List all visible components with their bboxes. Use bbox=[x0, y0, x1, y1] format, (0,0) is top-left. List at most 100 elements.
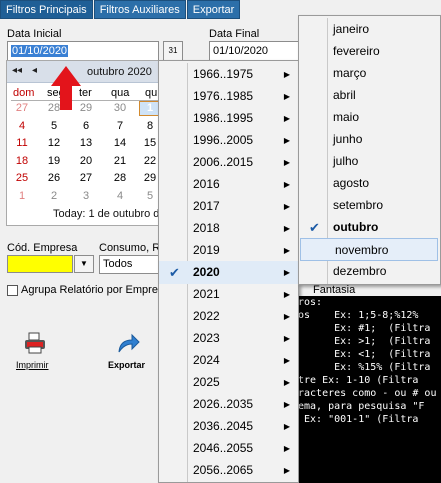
calendar-day[interactable]: 28 bbox=[109, 172, 131, 184]
year-menu-item[interactable]: 2006..2015 ▶ bbox=[159, 151, 298, 174]
submenu-arrow-icon: ▶ bbox=[283, 246, 290, 255]
highlight-arrow-icon bbox=[51, 66, 81, 110]
year-menu-item-label: 2018 bbox=[193, 221, 220, 235]
year-menu-item[interactable]: 1966..1975 ▶ bbox=[159, 63, 298, 86]
year-menu-item[interactable]: 2016 ▶ bbox=[159, 173, 298, 196]
month-menu-item[interactable]: ✔ outubro bbox=[299, 216, 440, 239]
month-menu-item[interactable]: abril bbox=[299, 84, 440, 107]
calendar-day[interactable]: 20 bbox=[75, 155, 97, 167]
calendar-day[interactable]: 18 bbox=[11, 155, 33, 167]
calendar-day[interactable]: 1 bbox=[11, 190, 33, 202]
calendar-day[interactable]: 6 bbox=[75, 120, 97, 132]
month-menu-item-label: março bbox=[333, 66, 367, 80]
calendar-day[interactable]: 2 bbox=[43, 190, 65, 202]
year-menu-item-label: 2021 bbox=[193, 287, 220, 301]
calendar-day[interactable]: 4 bbox=[109, 190, 131, 202]
submenu-arrow-icon: ▶ bbox=[283, 136, 290, 145]
calendar-day[interactable]: 7 bbox=[109, 120, 131, 132]
console-line: ema, para pesquisa "F bbox=[298, 401, 425, 412]
month-menu-item[interactable]: maio bbox=[299, 106, 440, 129]
year-menu-item[interactable]: 1986..1995 ▶ bbox=[159, 107, 298, 130]
month-menu-item[interactable]: julho bbox=[299, 150, 440, 173]
month-menu: janeiro fevereiro março abril maio junho julho… bbox=[298, 15, 441, 285]
cod-empresa-field[interactable] bbox=[7, 255, 73, 273]
consumo-select[interactable]: Todos bbox=[99, 255, 161, 274]
calendar-day[interactable]: 30 bbox=[109, 102, 131, 114]
month-menu-item[interactable]: dezembro bbox=[299, 260, 440, 283]
calendar-day[interactable]: 26 bbox=[43, 172, 65, 184]
month-menu-item[interactable]: novembro bbox=[300, 238, 438, 261]
submenu-arrow-icon: ▶ bbox=[283, 378, 290, 387]
calendar-day[interactable]: 27 bbox=[75, 172, 97, 184]
month-menu-item[interactable]: junho bbox=[299, 128, 440, 151]
tab-exportar[interactable]: Exportar bbox=[186, 0, 241, 19]
submenu-arrow-icon: ▶ bbox=[283, 268, 290, 277]
tab-filtros-principais[interactable]: Filtros Principais bbox=[0, 0, 93, 19]
year-menu-item[interactable]: 2017 ▶ bbox=[159, 195, 298, 218]
calendar-day[interactable]: 27 bbox=[11, 102, 33, 114]
calendar-day[interactable]: 21 bbox=[109, 155, 131, 167]
year-menu-item[interactable]: 2021 ▶ bbox=[159, 283, 298, 306]
tab-strip: Filtros Principais Filtros Auxiliares Ex… bbox=[0, 0, 241, 20]
year-menu-item-label: 2022 bbox=[193, 309, 220, 323]
exportar-button[interactable]: Exportar bbox=[102, 328, 154, 372]
year-menu-item[interactable]: 2022 ▶ bbox=[159, 305, 298, 328]
year-menu-item[interactable]: 1996..2005 ▶ bbox=[159, 129, 298, 152]
agrupa-checkbox[interactable] bbox=[7, 285, 18, 296]
month-menu-item-label: julho bbox=[333, 154, 359, 168]
year-menu-item-label: 2056..2065 bbox=[193, 463, 254, 477]
month-menu-item-label: janeiro bbox=[333, 22, 370, 36]
year-menu-item[interactable]: 2024 ▶ bbox=[159, 349, 298, 372]
month-menu-item-label: abril bbox=[333, 88, 356, 102]
prev-month-icon[interactable]: ◂ bbox=[32, 65, 37, 76]
year-menu-item-label: 1966..1975 bbox=[193, 67, 254, 81]
export-arrow-icon bbox=[118, 333, 140, 353]
submenu-arrow-icon: ▶ bbox=[283, 400, 290, 409]
calendar-day[interactable]: 14 bbox=[109, 137, 131, 149]
submenu-arrow-icon: ▶ bbox=[283, 356, 290, 365]
consumo-label: Consumo, R bbox=[99, 242, 161, 254]
calendar-today-label[interactable]: Today: 1 de outubro d bbox=[53, 208, 159, 220]
calendar-button[interactable]: 31 bbox=[163, 41, 183, 61]
calendar-day[interactable]: 12 bbox=[43, 137, 65, 149]
printer-icon bbox=[25, 332, 45, 354]
year-menu-item-label: 2016 bbox=[193, 177, 220, 191]
year-menu-item[interactable]: 2019 ▶ bbox=[159, 239, 298, 262]
calendar-day[interactable]: 4 bbox=[11, 120, 33, 132]
calendar-day[interactable]: 25 bbox=[11, 172, 33, 184]
year-menu-item[interactable]: 2018 ▶ bbox=[159, 217, 298, 240]
year-menu-item[interactable]: 2046..2055 ▶ bbox=[159, 437, 298, 460]
tab-filtros-auxiliares[interactable]: Filtros Auxiliares bbox=[93, 0, 186, 19]
calendar-day[interactable]: 5 bbox=[43, 120, 65, 132]
calendar-day[interactable]: 13 bbox=[75, 137, 97, 149]
year-menu-item[interactable]: ✔ 2020 ▶ bbox=[159, 261, 298, 284]
data-inicial-field[interactable]: 01/10/2020 bbox=[7, 41, 159, 61]
console-line: tre Ex: 1-10 (Filtra bbox=[298, 375, 419, 386]
prev-year-icon[interactable]: ◂◂ bbox=[12, 65, 22, 76]
calendar-month-label[interactable]: outubro 2020 bbox=[87, 66, 152, 78]
submenu-arrow-icon: ▶ bbox=[283, 114, 290, 123]
checkmark-icon: ✔ bbox=[169, 265, 180, 280]
year-menu-item[interactable]: 1976..1985 ▶ bbox=[159, 85, 298, 108]
month-menu-item-label: junho bbox=[333, 132, 363, 146]
year-menu-item[interactable]: 2056..2065 ▶ bbox=[159, 459, 298, 482]
month-menu-item[interactable]: janeiro bbox=[299, 18, 440, 41]
year-menu-item-label: 2023 bbox=[193, 331, 220, 345]
month-menu-item[interactable]: março bbox=[299, 62, 440, 85]
day-header-qua: qua bbox=[111, 87, 130, 99]
month-menu-item[interactable]: setembro bbox=[299, 194, 440, 217]
month-menu-item[interactable]: fevereiro bbox=[299, 40, 440, 63]
month-menu-item[interactable]: agosto bbox=[299, 172, 440, 195]
cod-empresa-dropdown[interactable]: ▼ bbox=[74, 255, 94, 273]
imprimir-button[interactable]: Imprimir bbox=[10, 328, 60, 372]
data-final-field[interactable]: 01/10/2020 bbox=[209, 41, 299, 61]
data-inicial-label: Data Inicial bbox=[7, 28, 62, 40]
year-menu-item[interactable]: 2023 ▶ bbox=[159, 327, 298, 350]
calendar-day[interactable]: 11 bbox=[11, 137, 33, 149]
calendar-day[interactable]: 19 bbox=[43, 155, 65, 167]
year-menu-item[interactable]: 2025 ▶ bbox=[159, 371, 298, 394]
year-menu-item[interactable]: 2036..2045 ▶ bbox=[159, 415, 298, 438]
data-inicial-value: 01/10/2020 bbox=[11, 45, 69, 57]
calendar-day[interactable]: 3 bbox=[75, 190, 97, 202]
year-menu-item[interactable]: 2026..2035 ▶ bbox=[159, 393, 298, 416]
